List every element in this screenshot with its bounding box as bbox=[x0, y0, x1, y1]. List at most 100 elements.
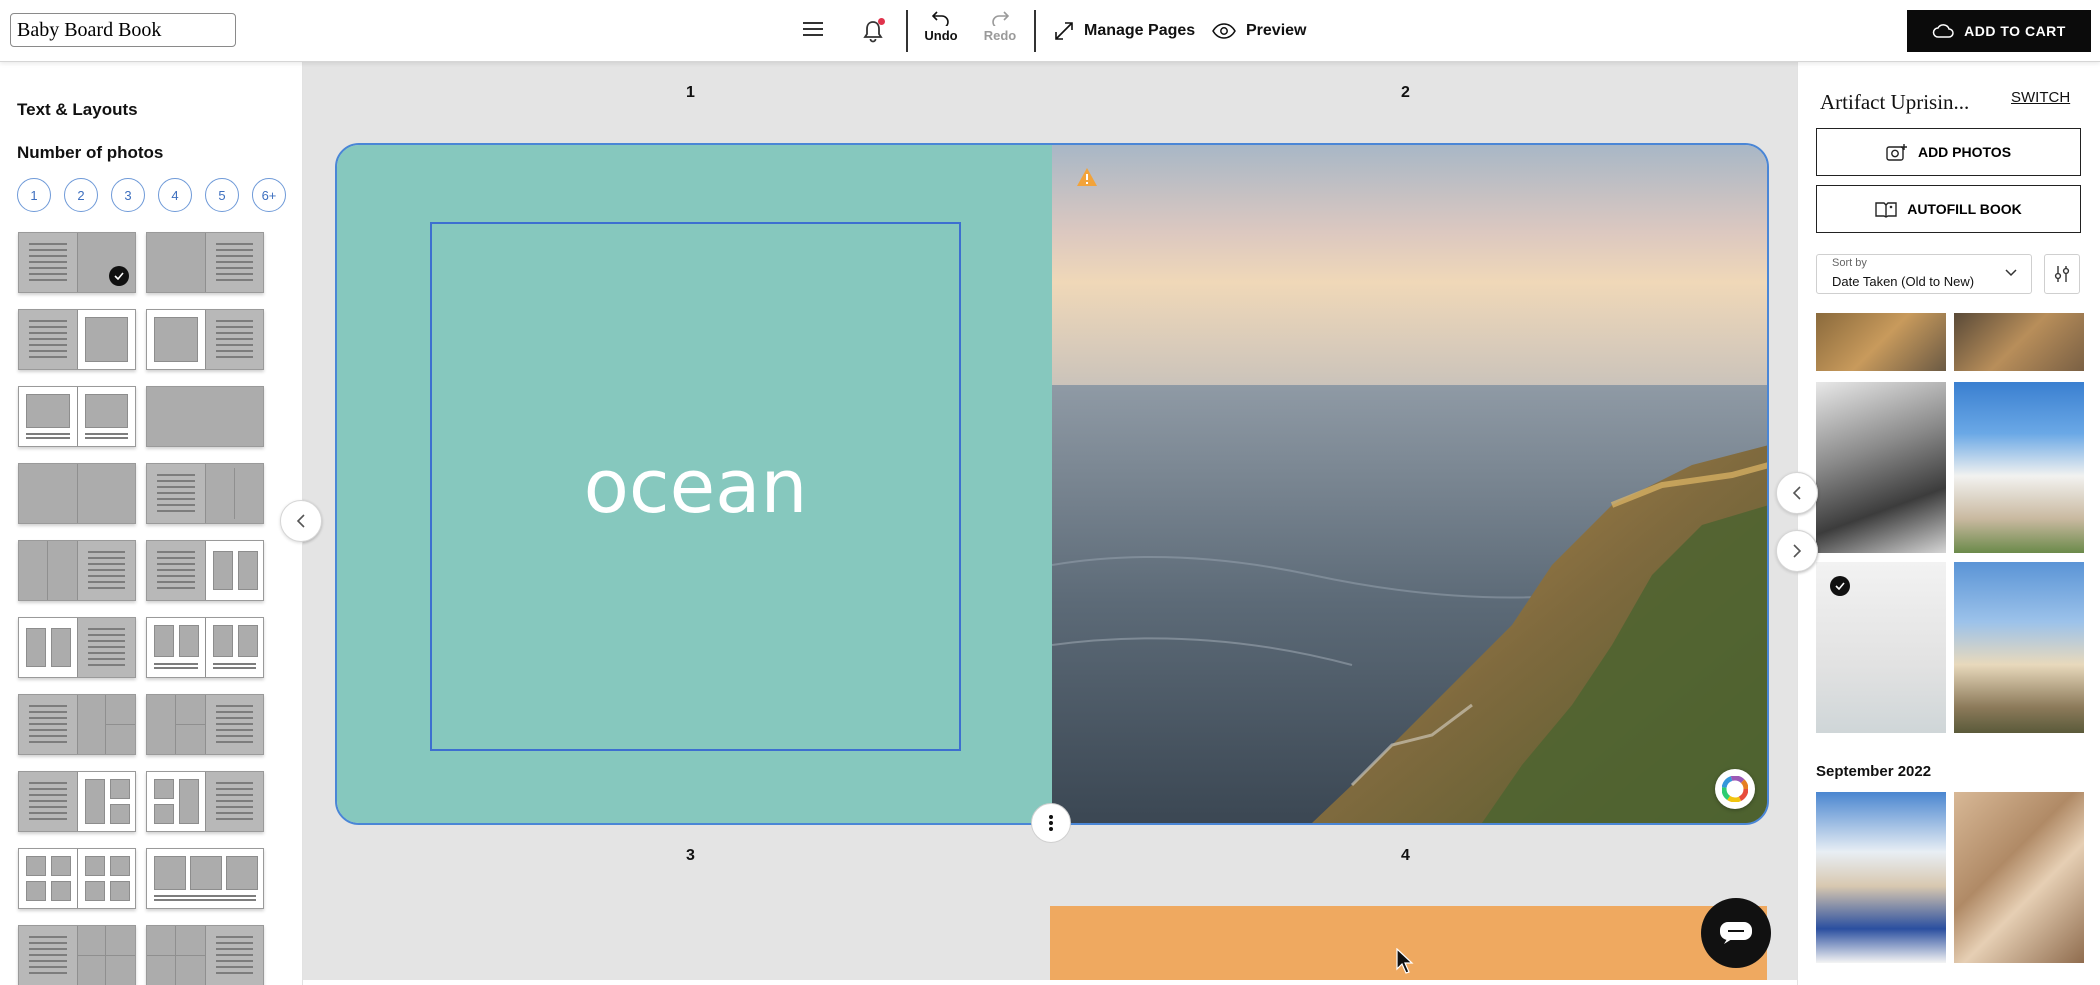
autofill-book-label: AUTOFILL BOOK bbox=[1907, 201, 2022, 217]
layout-option[interactable] bbox=[146, 925, 264, 985]
book-magic-icon bbox=[1875, 202, 1897, 218]
redo-arrow-icon bbox=[992, 11, 1009, 26]
text-layouts-heading: Text & Layouts bbox=[17, 100, 138, 119]
preview-label: Preview bbox=[1246, 22, 1307, 39]
date-section-heading: September 2022 bbox=[1816, 763, 1932, 780]
layout-option[interactable] bbox=[146, 694, 264, 755]
photo-count-1[interactable]: 1 bbox=[17, 178, 51, 212]
notification-dot bbox=[878, 18, 885, 25]
layouts-panel: Text & Layouts Number of photos 1 2 3 4 … bbox=[0, 62, 303, 985]
eye-icon bbox=[1212, 23, 1236, 39]
coastline-photo bbox=[1052, 145, 1767, 823]
manage-pages-label: Manage Pages bbox=[1084, 22, 1196, 39]
add-to-cart-label: ADD TO CART bbox=[1964, 23, 2066, 39]
photo-thumbnail-white-house[interactable] bbox=[1954, 382, 2084, 553]
page-spread[interactable]: ocean bbox=[335, 143, 1769, 825]
color-wheel-icon[interactable] bbox=[1715, 769, 1755, 809]
undo-arrow-icon bbox=[932, 11, 949, 26]
add-photos-button[interactable]: ADD PHOTOS bbox=[1816, 128, 2081, 176]
manage-pages-button[interactable]: Manage Pages bbox=[1054, 17, 1195, 45]
layout-option[interactable] bbox=[18, 386, 136, 447]
top-toolbar: Undo Redo Manage Pages Preview ADD TO CA… bbox=[0, 0, 2100, 62]
layout-option[interactable] bbox=[146, 463, 264, 524]
chevron-right-icon bbox=[1793, 544, 1802, 558]
cloud-icon bbox=[1932, 24, 1954, 38]
selected-check-icon bbox=[1830, 576, 1850, 596]
photo-count-selector: 1 2 3 4 5 6+ bbox=[17, 178, 286, 212]
layout-option[interactable] bbox=[146, 771, 264, 832]
layout-option[interactable] bbox=[146, 617, 264, 678]
switch-album-link[interactable]: SWITCH bbox=[2011, 89, 2070, 106]
layout-option[interactable] bbox=[18, 848, 136, 909]
sliders-icon bbox=[2054, 266, 2070, 282]
toolbar-divider bbox=[1034, 10, 1036, 52]
text-block-content: ocean bbox=[583, 443, 808, 530]
layout-option[interactable] bbox=[146, 232, 264, 293]
layout-option[interactable] bbox=[146, 848, 264, 909]
book-title-input[interactable] bbox=[10, 13, 236, 47]
filter-settings-button[interactable] bbox=[2044, 254, 2080, 294]
layout-option[interactable] bbox=[146, 540, 264, 601]
text-block[interactable]: ocean bbox=[430, 222, 961, 751]
page-left[interactable]: ocean bbox=[337, 145, 1052, 823]
photo-thumbnail-sandstone[interactable] bbox=[1954, 792, 2084, 963]
layout-option[interactable] bbox=[146, 386, 264, 447]
layout-option[interactable] bbox=[18, 540, 136, 601]
more-options-icon[interactable] bbox=[1031, 803, 1071, 843]
layout-option[interactable] bbox=[18, 617, 136, 678]
album-name: Artifact Uprisin... bbox=[1820, 90, 1970, 114]
page-number-1: 1 bbox=[686, 84, 695, 101]
layout-option[interactable] bbox=[18, 694, 136, 755]
page-number-2: 2 bbox=[1401, 84, 1410, 101]
selected-check-icon bbox=[109, 266, 129, 286]
preview-button[interactable]: Preview bbox=[1212, 17, 1306, 45]
expand-arrows-icon bbox=[1055, 22, 1073, 40]
toolbar-divider bbox=[906, 10, 908, 52]
photos-panel: Artifact Uprisin... SWITCH ADD PHOTOS AU… bbox=[1797, 62, 2100, 985]
photo-count-5[interactable]: 5 bbox=[205, 178, 239, 212]
photo-thumbnail-rocks[interactable] bbox=[1816, 313, 1946, 371]
notification-bell-icon[interactable] bbox=[858, 16, 888, 46]
autofill-book-button[interactable]: AUTOFILL BOOK bbox=[1816, 185, 2081, 233]
photo-thumbnail-woman-dining[interactable] bbox=[1816, 792, 1946, 963]
sort-by-label: Sort by bbox=[1832, 257, 1867, 269]
next-page-button[interactable] bbox=[1776, 530, 1818, 572]
layout-option[interactable] bbox=[18, 463, 136, 524]
chat-support-button[interactable] bbox=[1701, 898, 1771, 968]
sort-dropdown[interactable]: Sort by Date Taken (Old to New) bbox=[1816, 254, 2032, 294]
warning-icon[interactable] bbox=[1076, 167, 1098, 192]
page-number-3: 3 bbox=[686, 847, 695, 864]
photo-count-6-plus[interactable]: 6+ bbox=[252, 178, 286, 212]
chevron-left-icon bbox=[1792, 486, 1801, 500]
add-photos-label: ADD PHOTOS bbox=[1917, 144, 2012, 160]
undo-button[interactable]: Undo bbox=[918, 8, 964, 54]
mouse-cursor-icon bbox=[1396, 948, 1414, 974]
chat-bubble-icon bbox=[1720, 922, 1752, 944]
book-canvas: 1 2 ocean 3 4 bbox=[303, 62, 1797, 980]
camera-add-icon bbox=[1886, 144, 1907, 161]
chevron-left-icon bbox=[296, 514, 305, 528]
hamburger-menu-icon[interactable] bbox=[800, 16, 826, 42]
photo-thumbnail-coastal-path[interactable] bbox=[1954, 562, 2084, 733]
photo-count-3[interactable]: 3 bbox=[111, 178, 145, 212]
chevron-down-icon bbox=[2005, 269, 2017, 277]
page-number-4: 4 bbox=[1401, 847, 1410, 864]
photo-count-2[interactable]: 2 bbox=[64, 178, 98, 212]
photo-thumbnail-rocks[interactable] bbox=[1954, 313, 2084, 371]
photo-count-4[interactable]: 4 bbox=[158, 178, 192, 212]
layout-option[interactable] bbox=[18, 925, 136, 985]
photo-thumbnail-cafe-bw[interactable] bbox=[1816, 382, 1946, 553]
add-to-cart-button[interactable]: ADD TO CART bbox=[1907, 10, 2091, 52]
sort-by-value: Date Taken (Old to New) bbox=[1832, 274, 1975, 289]
number-of-photos-heading: Number of photos bbox=[17, 143, 164, 162]
layout-option[interactable] bbox=[18, 771, 136, 832]
undo-label: Undo bbox=[924, 28, 958, 43]
redo-button[interactable]: Redo bbox=[977, 8, 1023, 54]
photo-thumbnail-foggy-beach[interactable] bbox=[1816, 562, 1946, 733]
layout-option[interactable] bbox=[146, 309, 264, 370]
previous-spread-button[interactable] bbox=[280, 500, 322, 542]
layout-option[interactable] bbox=[18, 232, 136, 293]
previous-page-button[interactable] bbox=[1776, 472, 1818, 514]
layout-option[interactable] bbox=[18, 309, 136, 370]
page-right-photo[interactable] bbox=[1052, 145, 1767, 823]
